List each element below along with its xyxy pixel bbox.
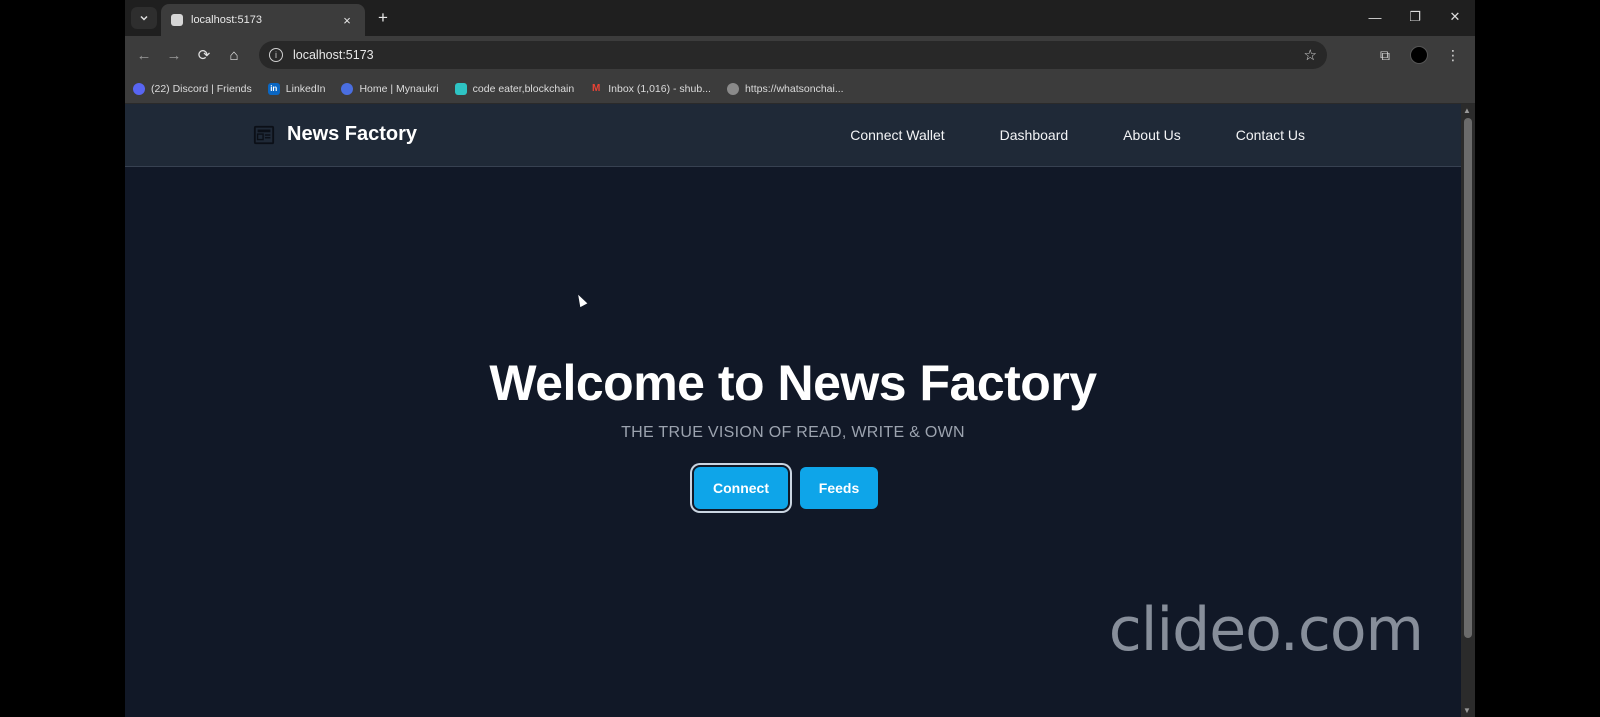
new-tab-button[interactable]: +	[373, 8, 393, 28]
menu-icon[interactable]: ⋮	[1441, 40, 1465, 70]
bookmark-naukri[interactable]: Home | Mynaukri	[341, 82, 439, 95]
tab-title: localhost:5173	[191, 14, 262, 26]
site-navbar: News Factory Connect Wallet Dashboard Ab…	[125, 104, 1461, 167]
hero-section: Welcome to News Factory THE TRUE VISION …	[125, 354, 1461, 509]
bookmark-label: Inbox (1,016) - shub...	[608, 82, 711, 95]
window-controls: — ❐ ✕	[1355, 0, 1475, 34]
address-bar[interactable]: i localhost:5173 ☆	[259, 41, 1327, 69]
bookmark-label: (22) Discord | Friends	[151, 82, 252, 95]
bookmark-whatsonchain[interactable]: https://whatsonchai...	[726, 82, 844, 95]
hero-title: Welcome to News Factory	[489, 355, 1097, 411]
profile-button[interactable]	[1407, 40, 1431, 70]
nav-connect-wallet[interactable]: Connect Wallet	[850, 127, 944, 143]
nav-about-us[interactable]: About Us	[1123, 127, 1181, 143]
reload-button[interactable]: ⟳	[189, 40, 219, 70]
scroll-down-icon[interactable]: ▼	[1463, 706, 1471, 715]
bookmark-star-icon[interactable]: ☆	[1304, 46, 1317, 64]
naukri-icon	[341, 82, 354, 95]
discord-icon	[133, 82, 145, 95]
tab-strip: localhost:5173 × + — ❐ ✕	[125, 0, 1475, 36]
avatar	[1410, 46, 1428, 64]
watermark: clideo.com	[1108, 595, 1424, 665]
bookmark-label: https://whatsonchai...	[744, 82, 844, 95]
back-button[interactable]: ←	[129, 40, 159, 70]
bookmark-label: LinkedIn	[285, 82, 326, 95]
tab-localhost[interactable]: localhost:5173 ×	[161, 4, 365, 36]
web-page: News Factory Connect Wallet Dashboard Ab…	[125, 104, 1461, 717]
home-button[interactable]: ⌂	[219, 40, 249, 70]
bookmark-code-eater[interactable]: code eater,blockchain	[454, 82, 575, 95]
browser-toolbar: ← → ⟳ ⌂ i localhost:5173 ☆ ⧉ ⋮	[125, 36, 1475, 74]
nav-links: Connect Wallet Dashboard About Us Contac…	[850, 127, 1305, 143]
bookmark-label: Home | Mynaukri	[359, 82, 439, 95]
restore-button[interactable]: ❐	[1395, 0, 1435, 34]
gmail-icon: M	[592, 83, 601, 94]
browser-window: localhost:5173 × + — ❐ ✕ ← → ⟳ ⌂ i local…	[125, 0, 1475, 717]
scroll-up-icon[interactable]: ▲	[1463, 106, 1471, 115]
bookmark-linkedin[interactable]: in LinkedIn	[267, 82, 326, 95]
forward-button[interactable]: →	[159, 40, 189, 70]
page-favicon-icon	[171, 14, 183, 26]
code-eater-icon	[454, 82, 467, 95]
hero-buttons: Connect Feeds	[125, 467, 1461, 509]
page-scrollbar[interactable]: ▲ ▼	[1461, 104, 1475, 717]
url-text[interactable]: localhost:5173	[293, 48, 1304, 62]
bookmark-label: code eater,blockchain	[472, 82, 575, 95]
toolbar-right: ⧉ ⋮	[1373, 40, 1465, 70]
mouse-cursor-icon	[574, 292, 588, 308]
tab-close-icon[interactable]: ×	[339, 13, 355, 28]
hero-subtitle: THE TRUE VISION OF READ, WRITE & OWN	[621, 424, 965, 441]
bookmarks-bar: (22) Discord | Friends in LinkedIn Home …	[125, 74, 1475, 104]
chevron-down-icon	[140, 15, 148, 21]
newspaper-icon	[253, 125, 275, 144]
globe-icon	[726, 82, 739, 95]
brand-name: News Factory	[287, 123, 418, 145]
brand[interactable]: News Factory	[253, 123, 417, 146]
scroll-thumb[interactable]	[1464, 118, 1472, 638]
nav-dashboard[interactable]: Dashboard	[1000, 127, 1069, 143]
close-window-button[interactable]: ✕	[1435, 0, 1475, 34]
tab-search-button[interactable]	[131, 7, 157, 29]
bookmark-gmail[interactable]: M Inbox (1,016) - shub...	[590, 83, 711, 95]
linkedin-icon: in	[267, 82, 280, 95]
bookmark-discord[interactable]: (22) Discord | Friends	[133, 82, 252, 95]
connect-button[interactable]: Connect	[694, 467, 788, 509]
nav-contact-us[interactable]: Contact Us	[1236, 127, 1305, 143]
feeds-button[interactable]: Feeds	[800, 467, 878, 509]
site-info-icon[interactable]: i	[269, 48, 283, 62]
minimize-button[interactable]: —	[1355, 0, 1395, 34]
extensions-icon[interactable]: ⧉	[1373, 40, 1397, 70]
